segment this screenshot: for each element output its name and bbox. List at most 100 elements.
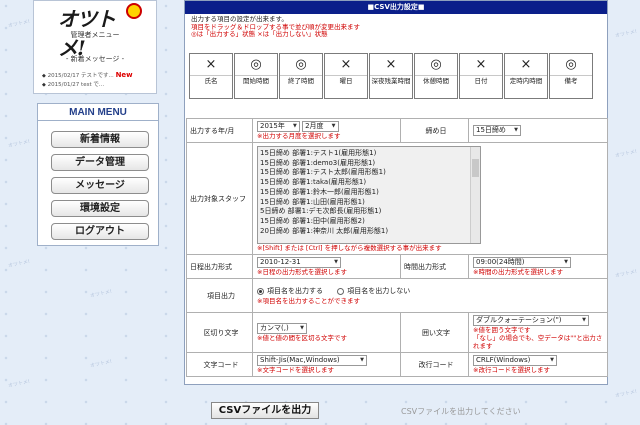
quote-select[interactable]: ダブルクォーテーション(") — [473, 315, 589, 326]
date-format-hint: ※日程の出力形式を選択します — [257, 268, 347, 276]
toggle-mark-icon: ◎ — [235, 54, 277, 76]
column-break-time[interactable]: ◎ 休憩時間 — [414, 53, 458, 99]
encoding-hint: ※文字コードを選択します — [257, 366, 334, 374]
radio-label: 項目名を出力しない — [347, 287, 411, 296]
watermark-text: オツトメ! — [89, 358, 113, 370]
month-select[interactable]: 2月度 — [302, 121, 339, 132]
list-item[interactable]: 20日締め 部署1:神奈川 太郎(雇用形態1) — [260, 227, 466, 237]
column-weekday[interactable]: × 曜日 — [324, 53, 368, 99]
column-date[interactable]: × 日付 — [459, 53, 503, 99]
date-format-cell: 2010-12-31 ※日程の出力形式を選択します — [252, 254, 401, 279]
header-output-label: 項目出力 — [186, 278, 253, 313]
staff-label: 出力対象スタッフ — [186, 142, 253, 255]
export-hint: CSVファイルを出力してください — [401, 407, 521, 416]
toggle-mark-icon: ◎ — [280, 54, 322, 76]
watermark-text: オツトメ! — [614, 148, 638, 160]
column-label: 備考 — [564, 77, 578, 85]
sidebar-info-panel: オツトメ! 管理者メニュー - 新着メッセージ - ◆ 2015/02/17 テ… — [33, 0, 157, 94]
list-item[interactable]: 15日締め 部署1:田中(雇用形態2) — [260, 217, 466, 227]
news-item-text[interactable]: 2015/01/27 test で... — [48, 82, 105, 88]
menu-news-button[interactable]: 新着情報 — [51, 131, 149, 148]
date-format-label: 日程出力形式 — [186, 254, 253, 279]
staff-listbox[interactable]: 15日締め 部署1:テスト1(雇用形態1) 15日締め 部署1:demo3(雇用… — [257, 146, 481, 244]
toggle-mark-icon: × — [505, 54, 547, 76]
column-label: 曜日 — [339, 77, 353, 85]
newline-hint: ※改行コードを選択します — [473, 366, 550, 374]
time-format-hint: ※時間の出力形式を選択します — [473, 268, 563, 276]
column-start-time[interactable]: ◎ 開始時間 — [234, 53, 278, 99]
column-label: 深夜残業時間 — [371, 77, 411, 85]
column-label: 日付 — [474, 77, 488, 85]
column-name[interactable]: × 氏名 — [189, 53, 233, 99]
watermark-text: オツトメ! — [7, 18, 31, 30]
list-item[interactable]: 15日締め 部署1:demo3(雇用形態1) — [260, 159, 466, 169]
main-menu: MAIN MENU 新着情報 データ管理 メッセージ 環境設定 ログアウト — [37, 103, 159, 246]
watermark-text: オツトメ! — [7, 138, 31, 150]
list-item[interactable]: 15日締め 部署1:taka(雇用形態1) — [260, 178, 466, 188]
toggle-mark-icon: × — [460, 54, 502, 76]
encoding-select[interactable]: Shift-Jis(Mac,Windows) — [257, 355, 367, 366]
year-select[interactable]: 2015年 — [257, 121, 300, 132]
watermark-text: オツトメ! — [89, 288, 113, 300]
menu-settings-button[interactable]: 環境設定 — [51, 200, 149, 217]
header-output-cell: 項目名を出力する 項目名を出力しない ※項目名を出力することができます — [252, 278, 608, 313]
column-label: 終了時間 — [288, 77, 314, 85]
year-month-label: 出力する年/月 — [186, 118, 253, 143]
column-end-time[interactable]: ◎ 終了時間 — [279, 53, 323, 99]
list-item[interactable]: 15日締め 部署1:テスト1(雇用形態1) — [260, 149, 466, 159]
output-column-list: × 氏名 ◎ 開始時間 ◎ 終了時間 × 曜日 × 深夜残業時間 ◎ 休憩時間 × 日付 × 定… — [189, 53, 593, 99]
main-menu-title: MAIN MENU — [38, 104, 158, 121]
logo-badge-icon — [126, 3, 142, 19]
time-format-select[interactable]: 09:00(24時間) — [473, 257, 571, 268]
closing-day-label: 締め日 — [400, 118, 469, 143]
watermark-text: オツトメ! — [7, 258, 31, 270]
column-label: 氏名 — [204, 77, 218, 85]
quote-hint: 「なし」の場合でも、空データは""と出力されます — [473, 334, 603, 350]
output-header-radio[interactable]: 項目名を出力する — [257, 286, 323, 296]
toggle-mark-icon: × — [325, 54, 367, 76]
list-item[interactable]: 15日締め 部署1:山田(雇用形態1) — [260, 198, 466, 208]
newline-select[interactable]: CRLF(Windows) — [473, 355, 557, 366]
watermark-text: オツトメ! — [614, 388, 638, 400]
listbox-scrollbar[interactable] — [470, 147, 480, 243]
toggle-mark-icon: ◎ — [415, 54, 457, 76]
instructions: 出力する項目の設定が出来ます。 項目をドラッグ＆ドロップする事で並び順が変更出来… — [185, 14, 607, 39]
news-item[interactable]: ◆ 2015/01/27 test で... — [42, 81, 133, 90]
news-item-text[interactable]: 2015/02/17 テストです... — [48, 73, 114, 79]
time-format-label: 時間出力形式 — [400, 254, 469, 279]
quote-cell: ダブルクォーテーション(") ※値を囲う文字です 「なし」の場合でも、空データは… — [468, 312, 608, 353]
instruction-line: ◎は「出力する」状態 ×は「出力しない」状態 — [191, 30, 328, 38]
date-format-select[interactable]: 2010-12-31 — [257, 257, 341, 268]
column-label: 開始時間 — [243, 77, 269, 85]
list-item[interactable]: 15日締め 部署1:テスト太郎(雇用形態1) — [260, 168, 466, 178]
list-item[interactable]: 15日締め 部署1:鈴木一郎(雇用形態1) — [260, 188, 466, 198]
scrollbar-thumb[interactable] — [472, 159, 479, 177]
staff-hint: ※[Shift] または [Ctrl] を押しながら複数選択する事が出来ます — [257, 244, 442, 252]
toggle-mark-icon: × — [190, 54, 232, 76]
closing-day-cell: 15日締め — [468, 118, 608, 143]
menu-message-button[interactable]: メッセージ — [51, 177, 149, 194]
news-item[interactable]: ◆ 2015/02/17 テストです... New — [42, 71, 133, 81]
year-month-cell: 2015年 2月度 ※出力する月度を選択します — [252, 118, 401, 143]
newline-cell: CRLF(Windows) ※改行コードを選択します — [468, 352, 608, 377]
app-logo[interactable]: オツトメ! — [58, 3, 142, 60]
no-header-radio[interactable]: 項目名を出力しない — [337, 286, 410, 296]
quote-hint: ※値を囲う文字です — [473, 326, 531, 334]
encoding-label: 文字コード — [186, 352, 253, 377]
list-item[interactable]: 5日締め 部署1:デモ次郎長(雇用形態1) — [260, 207, 466, 217]
column-regular-time[interactable]: × 定時内時間 — [504, 53, 548, 99]
column-night-overtime[interactable]: × 深夜残業時間 — [369, 53, 413, 99]
menu-data-button[interactable]: データ管理 — [51, 154, 149, 171]
column-label: 休憩時間 — [423, 77, 449, 85]
column-notes[interactable]: ◎ 備考 — [549, 53, 593, 99]
page-title: ■CSV出力設定■ — [185, 1, 607, 14]
encoding-cell: Shift-Jis(Mac,Windows) ※文字コードを選択します — [252, 352, 401, 377]
watermark-text: オツトメ! — [614, 268, 638, 280]
radio-label: 項目名を出力する — [267, 287, 323, 296]
closing-day-select[interactable]: 15日締め — [473, 125, 521, 136]
toggle-mark-icon: ◎ — [550, 54, 592, 76]
export-csv-button[interactable]: CSVファイルを出力 — [211, 402, 319, 419]
delimiter-select[interactable]: カンマ(,) — [257, 323, 307, 334]
watermark-text: オツトメ! — [614, 28, 638, 40]
menu-logout-button[interactable]: ログアウト — [51, 223, 149, 240]
